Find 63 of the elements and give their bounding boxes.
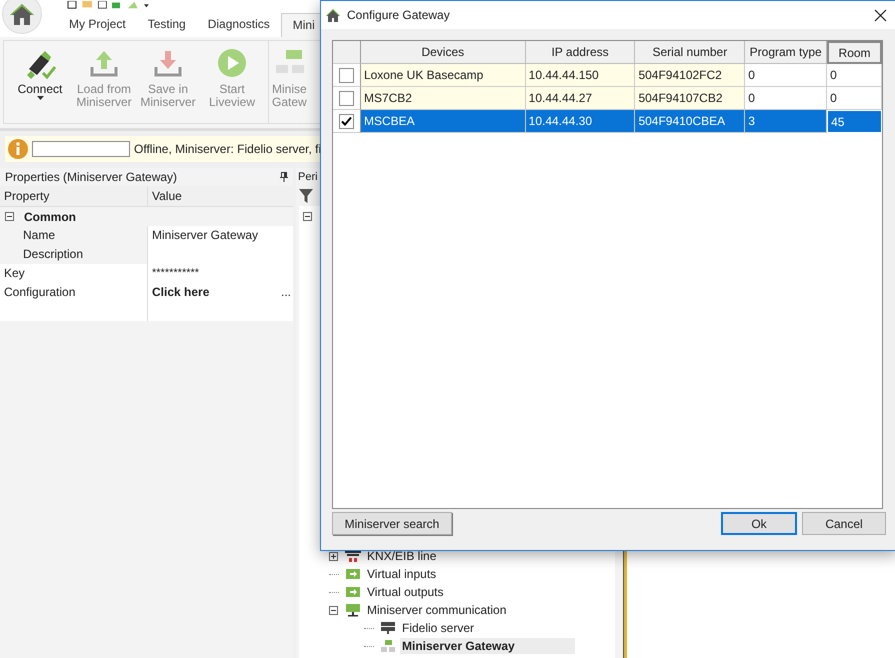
column-header: Property (0, 186, 148, 206)
tree-item[interactable]: Miniserver communication (365, 602, 508, 618)
tree-item[interactable]: Virtual inputs (365, 566, 438, 582)
filter-icon[interactable] (299, 189, 313, 203)
table-cell: Loxone UK Basecamp (360, 64, 526, 87)
table-cell: 45 (827, 110, 882, 133)
input-field[interactable] (32, 141, 130, 157)
panel-title: Peri (298, 171, 318, 183)
checkbox[interactable] (338, 90, 354, 106)
dialog-title: Configure Gateway (347, 8, 451, 22)
panel-title: Properties (Miniserver Gateway) (5, 170, 178, 184)
tree-item[interactable]: Virtual outputs (365, 584, 446, 600)
search-button[interactable]: Miniserver search (332, 512, 452, 535)
column-header[interactable]: Room (827, 41, 882, 64)
table-cell: 0 (745, 64, 828, 87)
table-cell: 3 (745, 110, 828, 133)
collapse-toggle[interactable] (303, 212, 312, 221)
checkbox[interactable] (338, 114, 354, 128)
property-name: Configuration (0, 283, 148, 302)
ribbon-tab[interactable]: Testing (136, 13, 197, 37)
ribbon-tab[interactable]: Diagnostics (196, 13, 281, 37)
ribbon-tab[interactable]: My Project (58, 13, 137, 37)
table-cell: 10.44.44.27 (526, 87, 636, 110)
cancel-button[interactable]: Cancel (802, 512, 886, 535)
table-cell: 0 (827, 64, 882, 87)
checkbox[interactable] (338, 68, 354, 82)
click-here-link[interactable]: Click here (152, 282, 279, 302)
table-cell: MS7CB2 (360, 87, 526, 110)
tree-item[interactable]: KNX/EIB line (365, 548, 438, 564)
tree-item[interactable]: Fidelio server (400, 620, 476, 636)
expand-toggle[interactable] (329, 552, 338, 560)
property-value: Miniserver Gateway (152, 226, 258, 244)
ellipsis-button[interactable]: ... (279, 282, 293, 302)
table-cell: 10.44.44.150 (526, 64, 636, 87)
home-button[interactable] (2, 0, 42, 34)
home-icon (325, 8, 341, 22)
collapse-toggle[interactable] (5, 212, 14, 221)
property-name: Key (0, 264, 148, 283)
column-header[interactable]: Program type (745, 41, 828, 64)
property-value: *********** (152, 266, 200, 280)
column-header[interactable]: IP address (526, 41, 636, 64)
column-header: Value (151, 188, 183, 204)
ok-button[interactable]: Ok (721, 512, 797, 535)
expand-toggle[interactable] (329, 606, 338, 614)
table-cell: 504F94102FC2 (635, 64, 746, 87)
pin-icon[interactable] (280, 172, 288, 182)
close-icon[interactable] (874, 8, 887, 22)
ribbon-button[interactable]: Connect (8, 41, 72, 102)
caret-icon (36, 96, 44, 100)
table-cell: 504F9410CBEA (635, 110, 746, 133)
table-cell: 504F94107CB2 (635, 87, 746, 110)
gateway-icon (380, 639, 396, 653)
info-icon (8, 139, 28, 159)
tree-item[interactable]: Miniserver Gateway (400, 638, 575, 654)
value-cell[interactable]: Miniserver Gateway (148, 226, 293, 246)
table-cell: 10.44.44.30 (526, 110, 636, 133)
home-icon (9, 2, 35, 26)
group-label: Common (24, 210, 76, 224)
monitor-icon (345, 603, 361, 617)
table-cell: MSCBEA (360, 110, 526, 133)
server-icon (380, 621, 396, 635)
column-header[interactable]: Serial number (635, 41, 746, 64)
column-header[interactable]: Devices (360, 41, 526, 64)
